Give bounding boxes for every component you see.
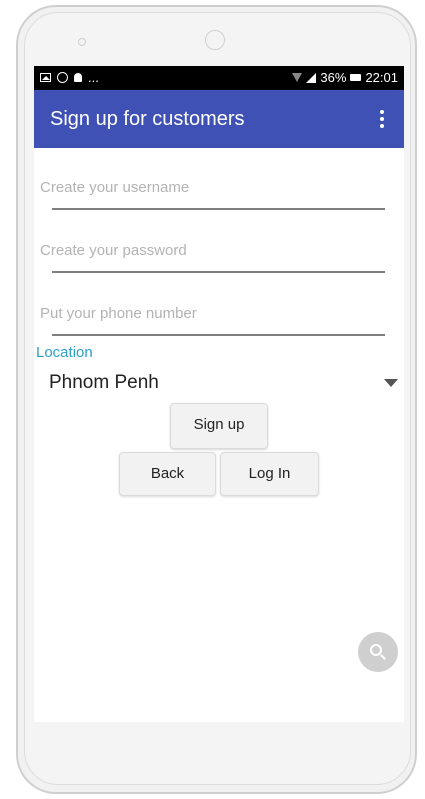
location-label: Location [36,344,93,361]
front-camera [205,30,225,50]
page-title: Sign up for customers [50,108,245,130]
status-left: ... [40,70,99,85]
signup-button[interactable]: Sign up [170,403,268,449]
wifi-icon [292,73,303,82]
search-icon-handle [380,654,386,660]
overflow-menu-icon[interactable] [380,110,384,128]
dropdown-arrow-icon [384,379,398,387]
username-field[interactable] [40,170,386,210]
app-bar: Sign up for customers [34,90,404,148]
gallery-icon [40,73,51,82]
login-button[interactable]: Log In [220,452,319,496]
signal-icon [306,72,317,83]
status-right: 36% 22:01 [292,70,398,85]
password-underline [52,271,385,273]
password-field[interactable] [40,233,386,273]
back-button[interactable]: Back [119,452,216,496]
phone-underline [52,334,385,336]
location-spinner[interactable]: Phnom Penh [36,364,398,404]
username-input[interactable] [40,170,386,204]
clock: 22:01 [365,70,398,85]
battery-icon [350,74,362,81]
status-bar: ... 36% 22:01 [34,66,404,90]
search-fab[interactable] [358,632,398,672]
battery-percent: 36% [320,70,347,85]
phone-field[interactable] [40,296,386,336]
bell-icon [74,73,82,82]
phone-input[interactable] [40,296,386,330]
more-notifications: ... [88,70,99,85]
phone-screen: ... 36% 22:01 Sign up for customers Loca… [34,66,404,722]
username-underline [52,208,385,210]
proximity-sensor [78,38,86,46]
location-value: Phnom Penh [49,372,159,393]
circle-icon [57,72,68,83]
password-input[interactable] [40,233,386,267]
